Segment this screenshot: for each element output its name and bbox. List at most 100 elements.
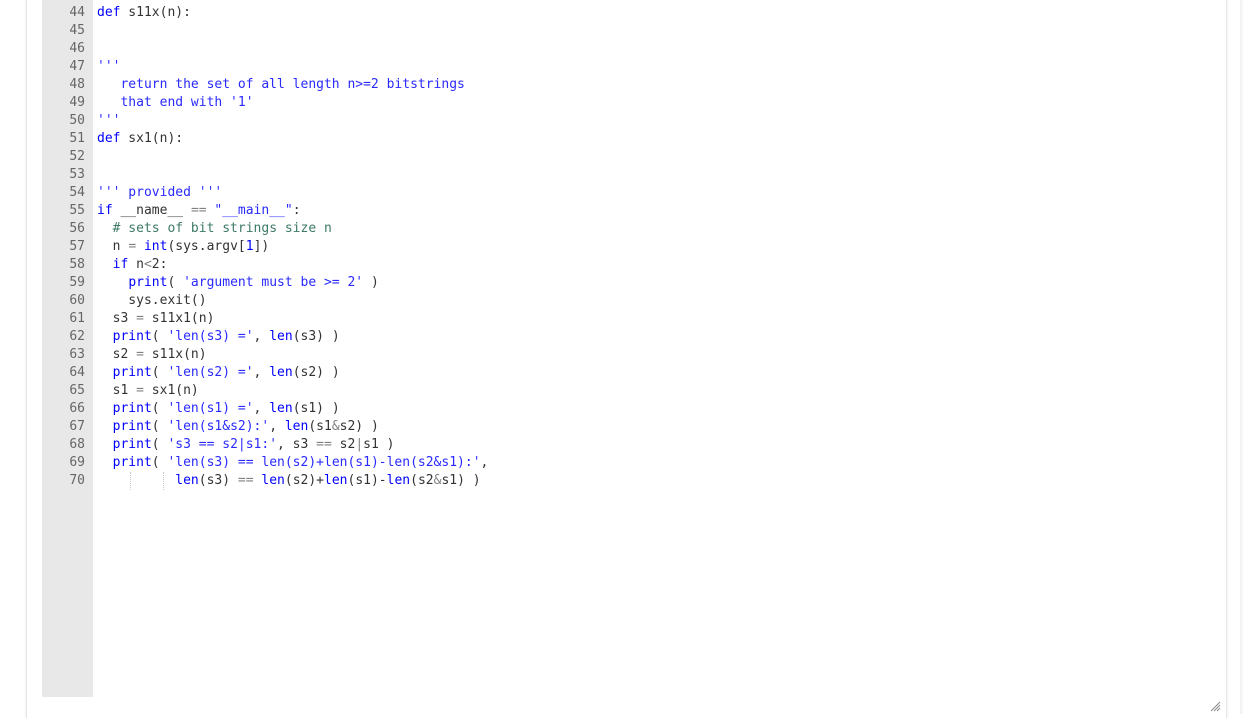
token-str: 'argument must be >= 2'	[183, 275, 364, 290]
token-plain: (s2) )	[292, 365, 340, 380]
line-number: 60	[69, 293, 85, 308]
line-number: 64	[69, 365, 85, 380]
code-text[interactable]: that end with '1'	[97, 94, 254, 112]
code-text[interactable]: def s11x(n):	[97, 4, 191, 22]
code-text[interactable]: s2 = s11x(n)	[97, 346, 207, 364]
token-plain: s3	[97, 311, 137, 326]
token-plain: 2:	[151, 257, 168, 272]
code-text[interactable]: ''' provided '''	[97, 184, 222, 202]
code-line[interactable]: 58 if n<2:	[42, 256, 167, 274]
code-line[interactable]: 70 len(s3) == len(s2)+len(s1)-len(s2&s1)…	[42, 472, 481, 490]
token-kw: if	[97, 203, 113, 218]
code-line[interactable]: 60 sys.exit()	[42, 292, 206, 310]
code-text[interactable]: print( 'len(s1&s2):', len(s1&s2) )	[97, 418, 379, 436]
code-line[interactable]: 51 def sx1(n):	[42, 130, 183, 148]
token-plain: ])	[253, 239, 270, 254]
token-op: ==	[237, 473, 254, 488]
line-number: 66	[69, 401, 85, 416]
code-text[interactable]: print( 'len(s3) == len(s2)+len(s1)-len(s…	[97, 454, 489, 472]
code-text[interactable]: print( 'len(s2) =', len(s2) )	[97, 364, 340, 382]
code-line[interactable]: 54 ''' provided '''	[42, 184, 222, 202]
token-plain: s11x(n):	[120, 5, 191, 20]
code-text[interactable]: print( 'argument must be >= 2' )	[97, 274, 378, 292]
line-number: 63	[69, 347, 85, 362]
token-str: that end with '1'	[97, 95, 254, 110]
line-number: 53	[69, 167, 85, 182]
code-line[interactable]: 44 def s11x(n):	[42, 4, 191, 22]
token-plain: s1 )	[363, 437, 395, 452]
code-text[interactable]: s3 = s11x1(n)	[97, 310, 215, 328]
code-text[interactable]: if n<2:	[97, 256, 168, 274]
token-plain: n	[97, 239, 129, 254]
token-plain: (s1)-	[347, 473, 387, 488]
token-plain: ,	[253, 365, 270, 380]
code-line[interactable]: 59 print( 'argument must be >= 2' )	[42, 274, 378, 292]
code-line[interactable]: 47 '''	[42, 58, 120, 76]
code-line[interactable]: 52	[42, 148, 85, 166]
token-builtin: len	[269, 365, 293, 380]
code-text[interactable]: # sets of bit strings size n	[97, 220, 332, 238]
code-line[interactable]: 64 print( 'len(s2) =', len(s2) )	[42, 364, 339, 382]
code-line[interactable]: 61 s3 = s11x1(n)	[42, 310, 214, 328]
indent-guide	[130, 472, 131, 490]
code-line[interactable]: 62 print( 'len(s3) =', len(s3) )	[42, 328, 339, 346]
token-com: # sets of bit strings size n	[112, 221, 332, 236]
code-line[interactable]: 50 '''	[42, 112, 120, 130]
code-lines[interactable]: 44 def s11x(n): 45 46 47 ''' 48 return the set…	[42, 4, 488, 490]
code-text[interactable]: print( 'len(s1) =', len(s1) )	[97, 400, 340, 418]
code-line[interactable]: 55 if __name__ == "__main__":	[42, 202, 300, 220]
code-text[interactable]: sys.exit()	[97, 292, 206, 310]
token-str: 'len(s2) ='	[167, 365, 254, 380]
code-text[interactable]: n = int(sys.argv[1])	[97, 238, 270, 256]
code-text[interactable]: '''	[97, 58, 120, 76]
line-number: 44	[69, 5, 85, 20]
code-text[interactable]: print( 'len(s3) =', len(s3) )	[97, 328, 340, 346]
code-line[interactable]: 48 return the set of all length n>=2 bit…	[42, 76, 465, 94]
token-builtin: print	[112, 329, 152, 344]
code-text[interactable]: '''	[97, 112, 120, 130]
line-number: 61	[69, 311, 85, 326]
token-builtin: len	[386, 473, 411, 488]
code-text[interactable]: def sx1(n):	[97, 130, 183, 148]
token-builtin: len	[284, 419, 309, 434]
code-line[interactable]: 66 print( 'len(s1) =', len(s1) )	[42, 400, 339, 418]
scroll-edge	[1240, 0, 1243, 714]
token-op: <	[143, 257, 152, 272]
code-line[interactable]: 69 print( 'len(s3) == len(s2)+len(s1)-le…	[42, 454, 488, 472]
token-plain: (s2)+	[284, 473, 325, 488]
resize-grip-icon[interactable]	[1208, 700, 1222, 712]
token-plain: ,	[253, 401, 270, 416]
code-text[interactable]: print( 's3 == s2|s1:', s3 == s2|s1 )	[97, 436, 395, 454]
line-number: 56	[69, 221, 85, 236]
code-line[interactable]: 56 # sets of bit strings size n	[42, 220, 331, 238]
token-plain: s1	[97, 383, 137, 398]
token-str: 'len(s1&s2):'	[167, 419, 270, 434]
code-text[interactable]: if __name__ == "__main__":	[97, 202, 301, 220]
token-plain: (	[151, 437, 168, 452]
line-number: 59	[69, 275, 85, 290]
token-builtin: print	[112, 437, 152, 452]
token-kw: def	[97, 131, 121, 146]
token-kw: if	[112, 257, 129, 272]
code-line[interactable]: 57 n = int(sys.argv[1])	[42, 238, 269, 256]
code-text[interactable]: return the set of all length n>=2 bitstr…	[97, 76, 464, 94]
code-line[interactable]: 63 s2 = s11x(n)	[42, 346, 206, 364]
code-line[interactable]: 53	[42, 166, 85, 184]
code-line[interactable]: 67 print( 'len(s1&s2):', len(s1&s2) )	[42, 418, 378, 436]
line-number: 54	[69, 185, 85, 200]
code-line[interactable]: 49 that end with '1'	[42, 94, 253, 112]
code-text[interactable]: s1 = sx1(n)	[97, 382, 199, 400]
token-plain: (	[151, 365, 168, 380]
code-line[interactable]: 68 print( 's3 == s2|s1:', s3 == s2|s1 )	[42, 436, 394, 454]
code-line[interactable]: 65 s1 = sx1(n)	[42, 382, 198, 400]
code-line[interactable]: 45	[42, 22, 85, 40]
code-editor[interactable]: 44 def s11x(n): 45 46 47 ''' 48 return the set…	[42, 0, 1225, 714]
token-num: 1	[245, 239, 254, 254]
code-text[interactable]: len(s3) == len(s2)+len(s1)-len(s2&s1) )	[97, 472, 481, 490]
code-line[interactable]: 46	[42, 40, 85, 58]
token-plain: sx1(n)	[143, 383, 199, 398]
token-plain: s1) )	[441, 473, 481, 488]
token-builtin: len	[175, 473, 199, 488]
